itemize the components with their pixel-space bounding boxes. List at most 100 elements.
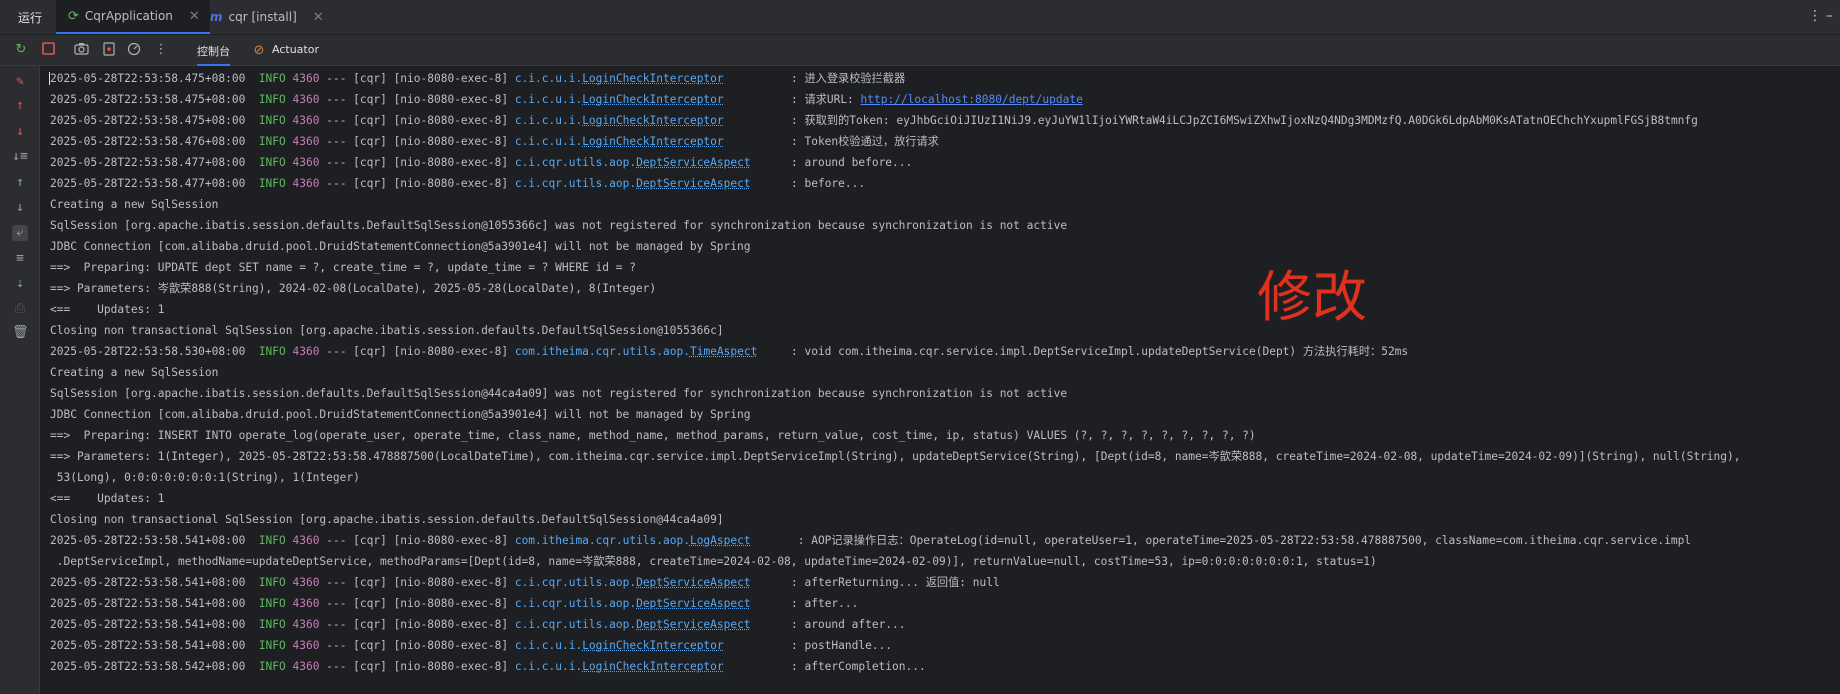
clear-marker-icon[interactable]: ✎ xyxy=(12,74,28,90)
log-message: : 请求URL: xyxy=(791,93,861,106)
logger-class-link[interactable]: DeptServiceAspect xyxy=(636,618,751,631)
log-pid: 4360 xyxy=(292,93,320,106)
actuator-icon: ⊘ xyxy=(253,43,265,58)
spring-boot-icon: ⟳ xyxy=(68,8,79,24)
log-message: : afterReturning... 返回值: null xyxy=(791,576,1000,589)
log-logger[interactable]: c.i.c.u.i.LoginCheckInterceptor xyxy=(515,72,724,85)
logger-class-link[interactable]: LoginCheckInterceptor xyxy=(582,639,723,652)
logger-class-link[interactable]: LoginCheckInterceptor xyxy=(582,114,723,127)
log-level: INFO xyxy=(258,660,286,673)
log-logger[interactable]: com.itheima.cqr.utils.aop.LogAspect xyxy=(515,534,751,547)
logger-class-link[interactable]: LogAspect xyxy=(690,534,751,547)
log-logger[interactable]: c.i.cqr.utils.aop.DeptServiceAspect xyxy=(515,576,751,589)
more-actions-icon[interactable]: ⋮ xyxy=(153,42,169,58)
more-options-icon[interactable]: ⋮ xyxy=(1808,8,1822,24)
log-logger[interactable]: com.itheima.cqr.utils.aop.TimeAspect xyxy=(515,345,757,358)
sort-icon[interactable]: ↓≡ xyxy=(12,149,28,165)
print-icon: ⎙ xyxy=(14,301,26,316)
log-logger[interactable]: c.i.c.u.i.LoginCheckInterceptor xyxy=(515,93,724,106)
logger-class-link[interactable]: LoginCheckInterceptor xyxy=(582,93,723,106)
console-text: Closing non transactional SqlSession [or… xyxy=(50,513,724,526)
log-pid: 4360 xyxy=(292,576,320,589)
logger-package: c.i.c.u.i. xyxy=(514,660,583,673)
logger-package: c.i.cqr.utils.aop. xyxy=(514,177,637,190)
log-pid: 4360 xyxy=(292,618,320,631)
console-line: 2025-05-28T22:53:58.541+08:00 INFO 4360 … xyxy=(50,635,1840,656)
console-line: SqlSession [org.apache.ibatis.session.de… xyxy=(50,215,1840,236)
scroll-to-end-icon[interactable]: ≡ xyxy=(12,251,28,267)
log-level: INFO xyxy=(258,135,286,148)
log-logger[interactable]: c.i.c.u.i.LoginCheckInterceptor xyxy=(515,135,724,148)
logger-class-link[interactable]: DeptServiceAspect xyxy=(636,156,751,169)
logger-package: c.i.cqr.utils.aop. xyxy=(514,576,637,589)
log-timestamp: 2025-05-28T22:53:58.477+08:00 xyxy=(50,156,246,169)
rerun-icon[interactable]: ↻ xyxy=(13,42,29,58)
logger-package: c.i.cqr.utils.aop. xyxy=(514,156,637,169)
console-line: JDBC Connection [com.alibaba.druid.pool.… xyxy=(50,236,1840,257)
logger-class-link[interactable]: LoginCheckInterceptor xyxy=(582,135,723,148)
dump-threads-icon[interactable] xyxy=(101,42,117,58)
log-message: : Token校验通过，放行请求 xyxy=(791,135,939,148)
logger-package: com.itheima.cqr.utils.aop. xyxy=(514,534,690,547)
log-logger[interactable]: c.i.c.u.i.LoginCheckInterceptor xyxy=(515,660,724,673)
up-error-icon[interactable]: ↑ xyxy=(12,98,28,114)
log-logger[interactable]: c.i.cqr.utils.aop.DeptServiceAspect xyxy=(515,156,751,169)
logger-class-link[interactable]: DeptServiceAspect xyxy=(636,597,751,610)
log-logger[interactable]: c.i.cqr.utils.aop.DeptServiceAspect xyxy=(515,597,751,610)
logger-package: c.i.c.u.i. xyxy=(514,639,583,652)
logger-class-link[interactable]: LoginCheckInterceptor xyxy=(582,72,723,85)
scroll-to-end-bottom-icon[interactable]: ⇣ xyxy=(12,276,28,292)
run-label: 运行 xyxy=(18,11,43,25)
trash-icon[interactable]: 🗑 xyxy=(12,325,29,341)
logger-class-link[interactable]: LoginCheckInterceptor xyxy=(582,660,723,673)
log-url-link[interactable]: http://localhost:8080/dept/update xyxy=(861,93,1083,106)
console-line: 2025-05-28T22:53:58.477+08:00 INFO 4360 … xyxy=(50,152,1840,173)
logger-class-link[interactable]: DeptServiceAspect xyxy=(636,576,751,589)
log-message: : afterCompletion... xyxy=(791,660,926,673)
log-logger[interactable]: c.i.c.u.i.LoginCheckInterceptor xyxy=(515,114,724,127)
soft-wrap-icon[interactable]: ⤶ xyxy=(12,225,28,241)
console-text: <== Updates: 1 xyxy=(50,492,165,505)
tab-label: cqr [install] xyxy=(228,10,297,24)
camera-icon[interactable] xyxy=(73,42,89,58)
console-text: SqlSession [org.apache.ibatis.session.de… xyxy=(50,219,1068,232)
console-text: ==> Preparing: INSERT INTO operate_log(o… xyxy=(50,429,1256,442)
log-timestamp: 2025-05-28T22:53:58.541+08:00 xyxy=(50,576,246,589)
log-thread: --- [cqr] [nio-8080-exec-8] xyxy=(326,156,509,169)
console-text: ==> Preparing: UPDATE dept SET name = ?,… xyxy=(50,261,636,274)
log-logger[interactable]: c.i.c.u.i.LoginCheckInterceptor xyxy=(515,639,724,652)
log-timestamp: 2025-05-28T22:53:58.476+08:00 xyxy=(50,135,246,148)
console-line: <== Updates: 1 xyxy=(50,488,1840,509)
logger-class-link[interactable]: DeptServiceAspect xyxy=(636,177,751,190)
down-error-icon[interactable]: ↓ xyxy=(12,124,28,140)
log-level: INFO xyxy=(258,639,286,652)
tab-cqr-application[interactable]: ⟳ CqrApplication ✕ xyxy=(56,0,210,34)
scroll-down-icon[interactable]: ↓ xyxy=(12,200,28,216)
console-line: 2025-05-28T22:53:58.476+08:00 INFO 4360 … xyxy=(50,131,1840,152)
close-icon[interactable]: ✕ xyxy=(313,10,324,25)
console-line: 2025-05-28T22:53:58.530+08:00 INFO 4360 … xyxy=(50,341,1840,362)
log-logger[interactable]: c.i.cqr.utils.aop.DeptServiceAspect xyxy=(515,177,751,190)
log-thread: --- [cqr] [nio-8080-exec-8] xyxy=(326,72,509,85)
log-level: INFO xyxy=(258,618,286,631)
console-line: Creating a new SqlSession xyxy=(50,362,1840,383)
log-thread: --- [cqr] [nio-8080-exec-8] xyxy=(326,576,509,589)
stop-icon[interactable] xyxy=(40,42,56,58)
maven-icon: m xyxy=(210,10,223,24)
log-thread: --- [cqr] [nio-8080-exec-8] xyxy=(326,597,509,610)
console-text: Creating a new SqlSession xyxy=(50,198,219,211)
console-line: 2025-05-28T22:53:58.475+08:00 INFO 4360 … xyxy=(49,68,1840,89)
close-icon[interactable]: ✕ xyxy=(189,9,200,24)
tab-cqr-install[interactable]: m cqr [install] ✕ xyxy=(200,0,334,34)
logger-class-link[interactable]: TimeAspect xyxy=(690,345,757,358)
tab-actuator[interactable]: Actuator xyxy=(272,43,319,56)
log-logger[interactable]: c.i.cqr.utils.aop.DeptServiceAspect xyxy=(515,618,751,631)
log-level: INFO xyxy=(258,576,286,589)
profiler-icon[interactable] xyxy=(126,42,142,58)
tab-console[interactable]: 控制台 xyxy=(197,43,230,66)
console-text: JDBC Connection [com.alibaba.druid.pool.… xyxy=(50,240,751,253)
scroll-up-icon[interactable]: ↑ xyxy=(12,175,28,191)
logger-package: c.i.cqr.utils.aop. xyxy=(514,597,637,610)
console-output[interactable]: 2025-05-28T22:53:58.475+08:00 INFO 4360 … xyxy=(49,68,1840,694)
minimize-icon[interactable]: – xyxy=(1826,8,1833,24)
